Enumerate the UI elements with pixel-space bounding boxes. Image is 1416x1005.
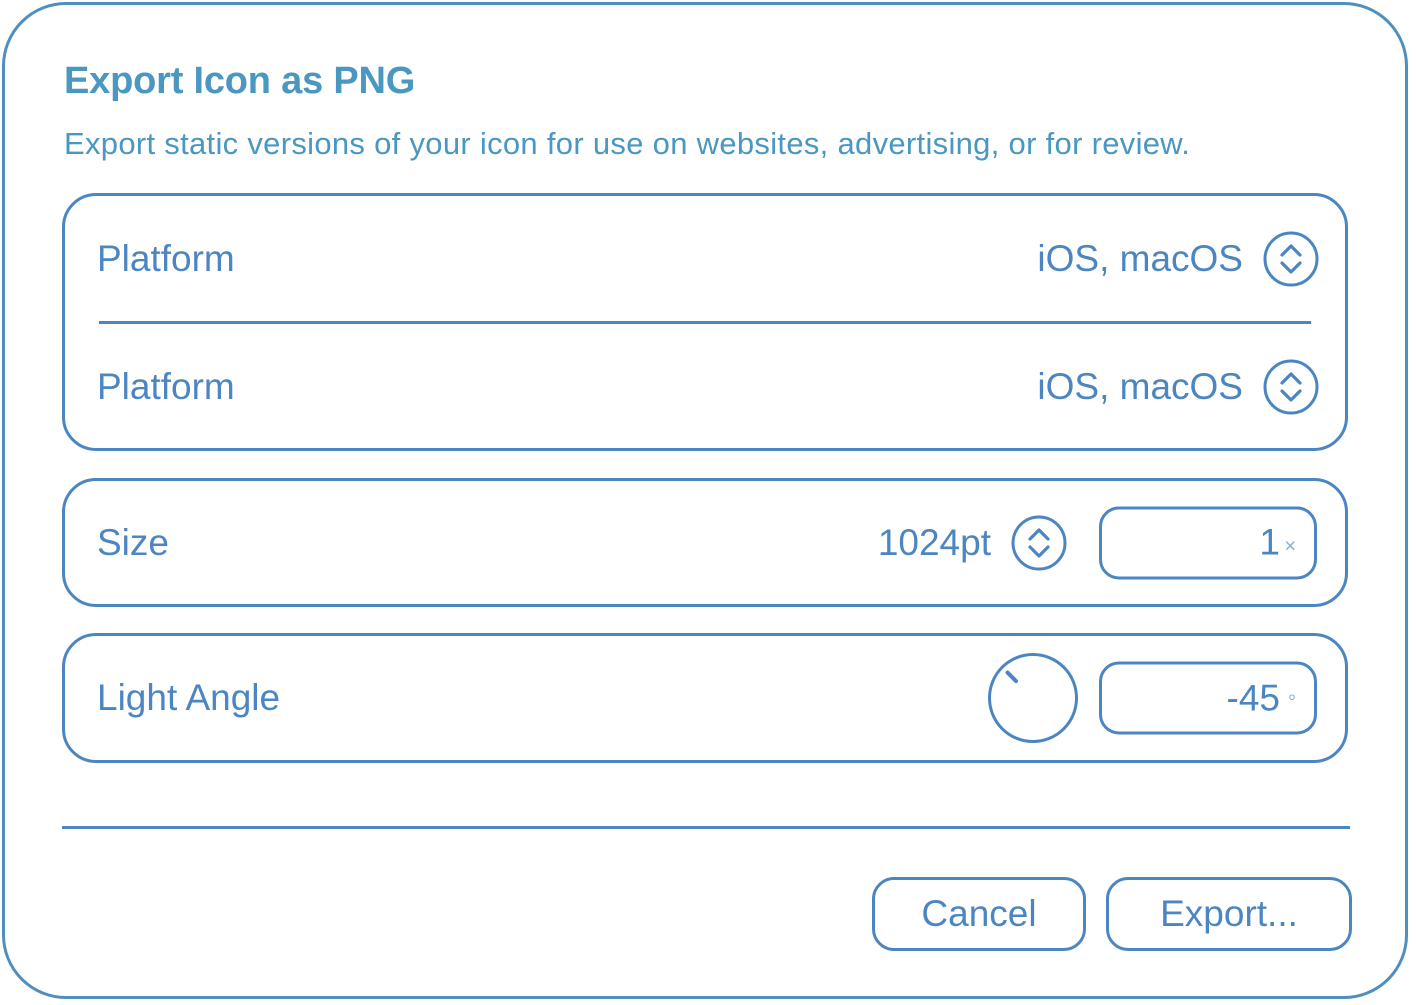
stepper-updown-icon[interactable] — [1263, 231, 1319, 287]
stepper-updown-icon[interactable] — [1263, 359, 1319, 415]
angle-dial-icon[interactable] — [987, 652, 1079, 744]
dialog-subtitle: Export static versions of your icon for … — [64, 126, 1191, 161]
platform-value-2[interactable]: iOS, macOS — [1037, 366, 1243, 408]
angle-unit: ° — [1288, 691, 1296, 714]
angle-input[interactable]: -45 ° — [1099, 661, 1317, 735]
export-button[interactable]: Export... — [1106, 877, 1352, 951]
footer-divider — [62, 826, 1350, 829]
scale-unit: × — [1284, 535, 1296, 558]
platform-row-1[interactable]: Platform iOS, macOS — [65, 196, 1345, 322]
light-angle-group: Light Angle -45 ° — [62, 633, 1348, 763]
size-group: Size 1024pt 1 × — [62, 478, 1348, 607]
size-label: Size — [97, 521, 169, 563]
platform-row-2[interactable]: Platform iOS, macOS — [65, 324, 1345, 450]
dialog-title: Export Icon as PNG — [64, 60, 416, 102]
light-angle-label: Light Angle — [97, 677, 281, 718]
platform-label-1: Platform — [97, 238, 235, 279]
scale-value: 1 — [1259, 521, 1280, 563]
platform-group: Platform iOS, macOS Platform iOS, macOS — [62, 193, 1348, 451]
size-row: Size 1024pt 1 × — [65, 481, 1345, 604]
size-value[interactable]: 1024pt — [878, 522, 991, 564]
angle-value: -45 — [1226, 677, 1280, 718]
light-angle-row: Light Angle -45 ° — [65, 636, 1345, 760]
scale-input[interactable]: 1 × — [1099, 506, 1317, 579]
platform-value-1[interactable]: iOS, macOS — [1037, 238, 1243, 280]
cancel-button[interactable]: Cancel — [872, 877, 1086, 951]
platform-label-2: Platform — [97, 366, 235, 407]
dial-pointer — [1005, 670, 1019, 684]
stepper-updown-icon[interactable] — [1011, 515, 1067, 571]
